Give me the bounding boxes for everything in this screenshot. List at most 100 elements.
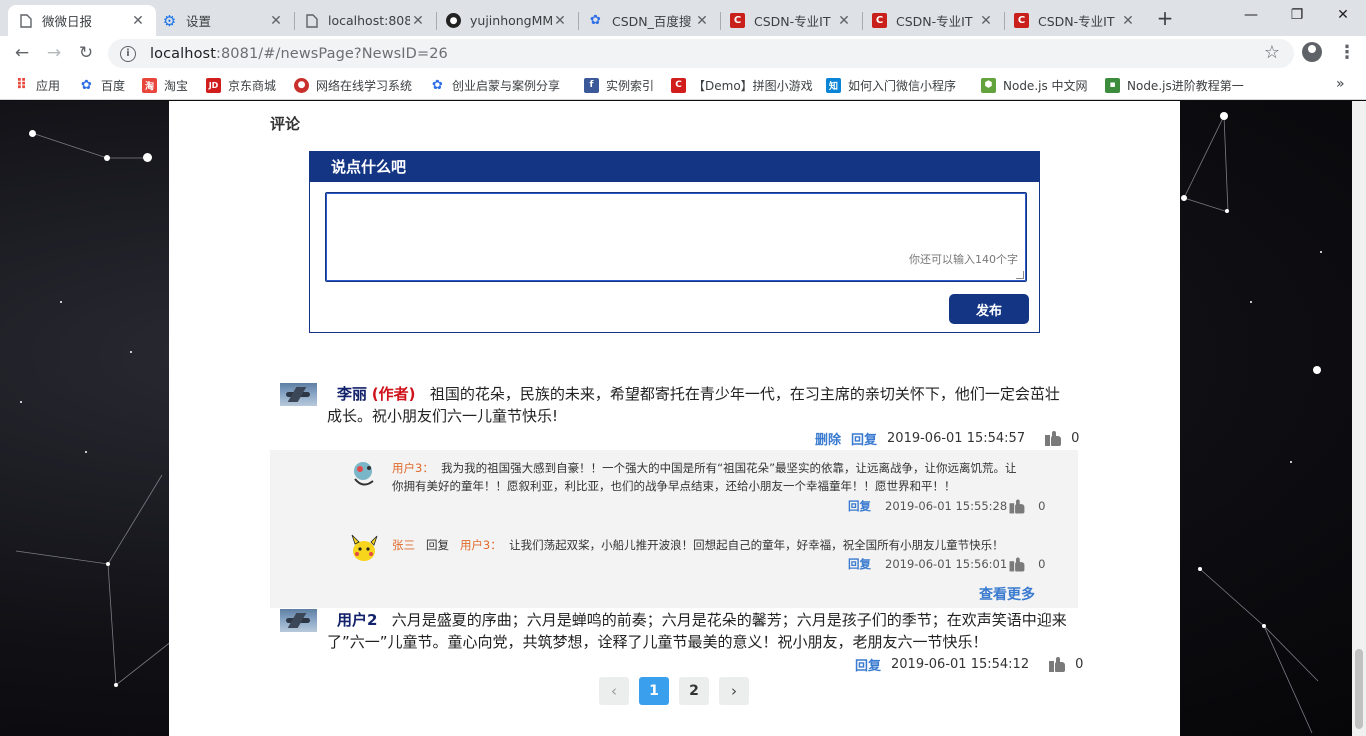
resize-handle[interactable] — [1016, 271, 1024, 279]
comment-form-title: 说点什么吧 — [310, 152, 1039, 182]
bookmark-demo[interactable]: C 【Demo】拼图小游戏 — [671, 76, 813, 94]
prev-page-button[interactable]: ‹ — [599, 677, 629, 705]
close-icon[interactable]: ✕ — [836, 13, 852, 29]
close-icon[interactable]: ✕ — [1120, 13, 1136, 29]
avatar — [280, 383, 317, 406]
bookmark-baidu[interactable]: ✿ 百度 — [79, 76, 125, 94]
bookmark-taobao[interactable]: 淘 淘宝 — [142, 76, 188, 94]
star — [104, 155, 110, 161]
page-button-2[interactable]: 2 — [679, 677, 709, 705]
bookmark-startup[interactable]: ✿ 创业启蒙与案例分享 — [430, 76, 560, 94]
close-icon[interactable]: ✕ — [130, 13, 146, 29]
pagination: ‹ 1 2 › — [599, 677, 759, 705]
tab-baidu[interactable]: ✿ CSDN_百度搜 ✕ — [578, 5, 720, 36]
page-button-1[interactable]: 1 — [639, 677, 669, 705]
forward-icon[interactable]: → — [42, 41, 66, 65]
comment-username[interactable]: 用户2 — [337, 611, 377, 629]
close-icon[interactable]: ✕ — [694, 13, 710, 29]
reply-meta: 回复 2019-06-01 15:55:28 0 — [848, 498, 1045, 514]
close-icon[interactable]: ✕ — [268, 13, 284, 29]
bookmark-examples[interactable]: f 实例索引 — [584, 76, 654, 94]
author-tag: (作者) — [371, 385, 416, 403]
bookmarks-bar: ⠿ 应用 ✿ 百度 淘 淘宝 JD 京东商城 ● 网络在线学习系统 ✿ 创业启蒙… — [0, 70, 1366, 100]
apps-grid-icon: ⠿ — [16, 77, 27, 93]
reply-list: 用户3： 我为我的祖国强大感到自豪！！一个强大的中国是所有“祖国花朵”最坚实的依… — [270, 450, 1078, 608]
char-limit-hint: 你还可以输入140个字 — [909, 253, 1018, 266]
reply-time: 2019-06-01 15:56:01 — [885, 557, 1008, 571]
account-icon[interactable] — [1302, 42, 1322, 62]
reload-icon[interactable]: ↻ — [74, 41, 98, 65]
info-icon[interactable]: i — [120, 45, 136, 62]
close-window-icon[interactable]: ✕ — [1320, 0, 1366, 30]
star — [1220, 112, 1228, 120]
tab-weiweiribao[interactable]: 微微日报 ✕ — [8, 5, 156, 36]
facebook-icon: f — [584, 77, 599, 93]
address-bar[interactable]: i localhost:8081/#/newsPage?NewsID=26 ☆ — [108, 39, 1294, 68]
reply-link[interactable]: 回复 — [851, 429, 877, 448]
reply-target-username[interactable]: 用户3： — [460, 538, 502, 552]
bookmark-nodejs-cn[interactable]: ⬢ Node.js 中文网 — [981, 76, 1088, 94]
page-scrollbar[interactable] — [1352, 101, 1366, 736]
star — [20, 401, 22, 403]
tab-settings[interactable]: ⚙ 设置 ✕ — [152, 5, 294, 36]
thumbs-up-icon[interactable] — [1009, 499, 1025, 514]
star — [1313, 366, 1321, 374]
view-more-link[interactable]: 查看更多 — [979, 584, 1035, 604]
bookmark-label: 淘宝 — [164, 78, 189, 93]
tab-title: yujinhongMM — [470, 13, 552, 28]
new-tab-button[interactable]: + — [1154, 6, 1176, 30]
maximize-icon[interactable]: ❐ — [1274, 0, 1320, 30]
comment-textarea[interactable]: 你还可以输入140个字 — [325, 192, 1027, 282]
next-page-button[interactable]: › — [719, 677, 749, 705]
tab-title: 微微日报 — [42, 14, 93, 29]
bookmark-wechat[interactable]: 知 如何入门微信小程序 — [826, 76, 956, 94]
comment-time: 2019-06-01 15:54:57 — [887, 431, 1026, 446]
thumbs-up-icon[interactable] — [1009, 557, 1025, 572]
reply-username[interactable]: 张三 — [392, 538, 415, 552]
thumbs-up-icon[interactable] — [1045, 431, 1062, 446]
scrollbar-thumb[interactable] — [1355, 649, 1363, 729]
bookmark-jd[interactable]: JD 京东商城 — [206, 76, 276, 94]
tab-csdn-1[interactable]: C CSDN-专业IT ✕ — [720, 5, 862, 36]
bookmark-label: 实例索引 — [606, 78, 655, 93]
star — [85, 451, 87, 453]
star — [1262, 624, 1266, 628]
comment-username[interactable]: 李丽 — [337, 385, 367, 403]
bookmark-nodejs-advanced[interactable]: ▪ Node.js进阶教程第一 — [1105, 76, 1244, 94]
zhihu-icon: 知 — [826, 77, 841, 93]
menu-icon[interactable]: ⋮ — [1338, 42, 1356, 63]
reply-link[interactable]: 回复 — [848, 498, 871, 514]
minimize-icon[interactable]: — — [1228, 0, 1274, 30]
close-icon[interactable]: ✕ — [552, 13, 568, 29]
back-icon[interactable]: ← — [10, 41, 34, 65]
tab-github[interactable]: ● yujinhongMM ✕ — [436, 5, 578, 36]
tab-csdn-3[interactable]: C CSDN-专业IT ✕ — [1004, 5, 1146, 36]
browser-toolbar: ← → ↻ i localhost:8081/#/newsPage?NewsID… — [0, 36, 1366, 70]
bookmark-star-icon[interactable]: ☆ — [1264, 42, 1280, 63]
doc-icon — [18, 13, 33, 28]
tab-localhost[interactable]: localhost:808 ✕ — [294, 5, 436, 36]
close-icon[interactable]: ✕ — [978, 13, 994, 29]
tab-strip: 微微日报 ✕ ⚙ 设置 ✕ localhost:808 ✕ ● yujinhon… — [0, 0, 1366, 36]
bookmark-apps[interactable]: ⠿ 应用 — [14, 76, 60, 94]
delete-link[interactable]: 删除 — [815, 429, 841, 448]
thumbs-up-icon[interactable] — [1049, 657, 1066, 672]
reply-username[interactable]: 用户3： — [392, 461, 434, 475]
comment-body: 李丽 (作者) 祖国的花朵，民族的未来，希望都寄托在青少年一代，在习主席的亲切关… — [327, 383, 1073, 427]
reply-link[interactable]: 回复 — [848, 556, 871, 572]
comment-time: 2019-06-01 15:54:12 — [891, 657, 1030, 672]
star — [1225, 209, 1229, 213]
like-count: 0 — [1038, 557, 1046, 571]
bookmark-elearning[interactable]: ● 网络在线学习系统 — [294, 76, 412, 94]
close-icon[interactable]: ✕ — [410, 13, 426, 29]
tab-title: CSDN-专业IT — [1038, 14, 1115, 29]
csdn-icon: C — [1014, 13, 1029, 28]
comment-body: 用户2 六月是盛夏的序曲；六月是蝉鸣的前奏；六月是花朵的馨芳；六月是孩子们的季节… — [327, 609, 1079, 653]
publish-button[interactable]: 发布 — [949, 294, 1029, 324]
tab-csdn-2[interactable]: C CSDN-专业IT ✕ — [862, 5, 1004, 36]
reply-link[interactable]: 回复 — [855, 655, 881, 674]
comment-form: 说点什么吧 你还可以输入140个字 发布 — [309, 151, 1040, 333]
more-bookmarks-icon[interactable]: » — [1336, 76, 1345, 92]
nodejs-icon: ⬢ — [981, 77, 996, 93]
like-count: 0 — [1038, 499, 1046, 513]
